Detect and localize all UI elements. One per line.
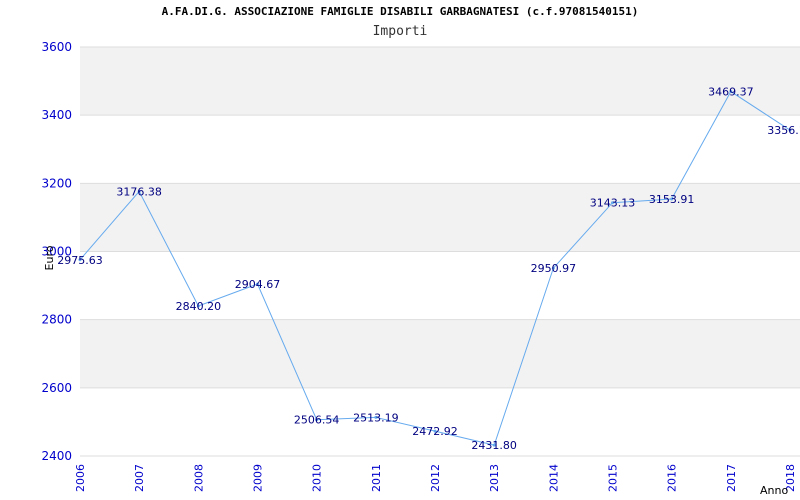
x-axis-ticks: 2006 2007 2008 2009 2010 2011 2012 2013 2014 2015… — [74, 464, 797, 492]
y-tick-label: 2800 — [41, 313, 72, 327]
x-tick-label: 2007 — [133, 464, 146, 492]
data-label: 2950.97 — [531, 262, 577, 275]
x-tick-label: 2008 — [192, 464, 205, 492]
x-tick-label: 2006 — [74, 464, 87, 492]
data-label: 2431.80 — [471, 439, 517, 452]
data-label: 2840.20 — [176, 300, 222, 313]
data-label: 3469.37 — [708, 86, 754, 99]
data-label: 3143.13 — [590, 197, 636, 210]
x-tick-label: 2015 — [607, 464, 620, 492]
x-axis-label: Anno — [760, 484, 788, 497]
x-tick-label: 2017 — [725, 464, 738, 492]
grid-band — [80, 319, 800, 388]
x-tick-label: 2011 — [370, 464, 383, 492]
x-tick-label: 2010 — [311, 464, 324, 492]
y-tick-label: 2400 — [41, 449, 72, 463]
x-tick-label: 2014 — [547, 464, 560, 492]
y-tick-label: 3400 — [41, 108, 72, 122]
data-label: 3356.11 — [767, 124, 800, 137]
x-tick-label: 2016 — [666, 464, 679, 492]
y-tick-label: 3200 — [41, 176, 72, 190]
series-group — [78, 90, 792, 447]
data-label: 3176.38 — [116, 185, 162, 198]
x-tick-label: 2009 — [252, 464, 265, 492]
y-axis-label: Euro — [43, 245, 56, 270]
data-label: 2506.54 — [294, 414, 340, 427]
data-label: 2513.19 — [353, 411, 399, 424]
x-tick-label: 2013 — [488, 464, 501, 492]
line-chart: 2975.633176.382840.202904.672506.54 2513.… — [41, 40, 800, 497]
data-label: 3153.91 — [649, 193, 695, 206]
data-labels: 2975.633176.382840.202904.672506.54 2513.… — [57, 86, 800, 453]
data-label: 2472.92 — [412, 425, 458, 438]
data-label: 2904.67 — [235, 278, 281, 291]
grid-bands — [80, 47, 800, 388]
grid-band — [80, 47, 800, 116]
x-tick-label: 2012 — [429, 464, 442, 492]
y-tick-label: 3600 — [41, 40, 72, 54]
series-line — [79, 90, 791, 446]
y-tick-label: 2600 — [41, 381, 72, 395]
